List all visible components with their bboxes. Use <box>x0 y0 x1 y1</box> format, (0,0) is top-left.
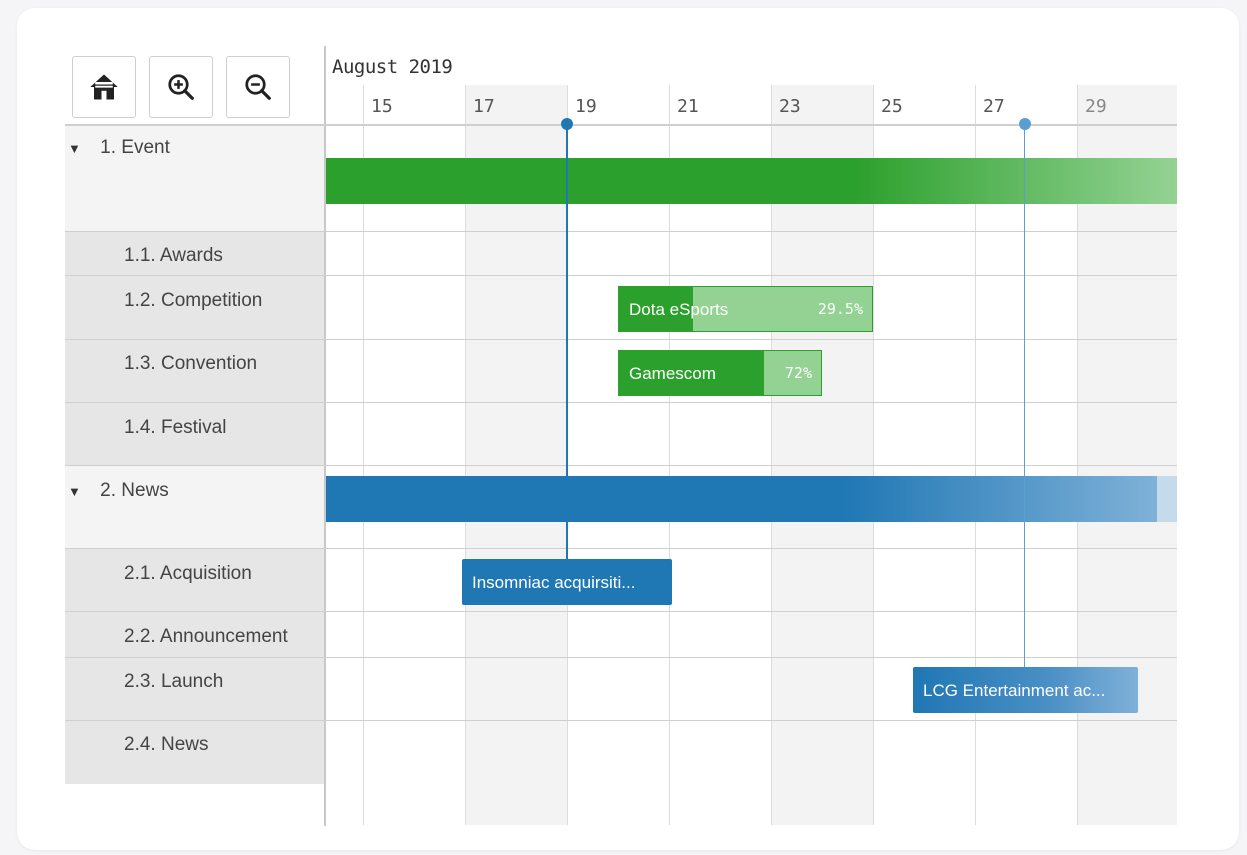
zoom-out-button[interactable] <box>226 56 290 118</box>
row-divider <box>65 465 1177 466</box>
day-label: 27 <box>983 96 1005 117</box>
day-label: 25 <box>881 96 903 117</box>
task-progress: 72% <box>784 364 812 382</box>
row-divider <box>65 548 1177 549</box>
day-label: 15 <box>371 96 393 117</box>
news-summary-bar[interactable] <box>326 476 1157 522</box>
row-festival: 1.4. Festival <box>124 417 227 438</box>
row-convention: 1.3. Convention <box>124 353 258 374</box>
task-name: Insomniac acquirsiti... <box>472 573 636 592</box>
day-label: 19 <box>575 96 597 117</box>
row-divider <box>65 275 1177 276</box>
day-label: 17 <box>473 96 495 117</box>
month-label: August 2019 <box>332 56 453 78</box>
news-summary-bar-tail <box>1157 476 1177 522</box>
task-name: LCG Entertainment ac... <box>923 681 1106 700</box>
today-marker-dot[interactable] <box>561 118 573 130</box>
caret-down-icon[interactable]: ▼ <box>68 141 81 156</box>
row-label-text: 2. News <box>100 480 169 501</box>
row-divider <box>65 231 1177 232</box>
today-marker-line <box>566 124 568 560</box>
row-awards: 1.1. Awards <box>124 245 223 266</box>
row-news-sub: 2.4. News <box>124 734 209 755</box>
event-summary-bar[interactable] <box>326 158 1177 204</box>
row-divider <box>65 402 1177 403</box>
row-acquisition: 2.1. Acquisition <box>124 563 252 584</box>
row-competition: 1.2. Competition <box>124 290 263 311</box>
row-event[interactable]: ▼ 1. Event <box>68 137 170 159</box>
row-launch: 2.3. Launch <box>124 671 224 692</box>
row-divider <box>65 339 1177 340</box>
task-insomniac[interactable]: Insomniac acquirsiti... <box>462 559 672 605</box>
task-gamescom[interactable]: Gamescom 72% <box>618 350 822 396</box>
day-label: 21 <box>677 96 699 117</box>
day-label: 23 <box>779 96 801 117</box>
task-name: Gamescom <box>629 364 716 383</box>
row-divider <box>65 124 1177 126</box>
row-divider <box>65 611 1177 612</box>
task-name: Dota eSports <box>629 300 729 319</box>
zoom-in-icon <box>168 74 194 100</box>
zoom-in-button[interactable] <box>149 56 213 118</box>
home-button[interactable] <box>72 56 136 118</box>
row-announcement: 2.2. Announcement <box>124 626 288 647</box>
day-label: 29 <box>1085 96 1107 117</box>
task-lcg-entertainment[interactable]: LCG Entertainment ac... <box>913 667 1138 713</box>
row-news[interactable]: ▼ 2. News <box>68 480 169 502</box>
zoom-out-icon <box>245 74 271 100</box>
row-divider <box>65 657 1177 658</box>
home-icon <box>90 74 118 100</box>
row-label-text: 1. Event <box>100 137 170 158</box>
row-divider <box>65 720 1177 721</box>
task-dota-esports[interactable]: Dota eSports 29.5% <box>618 286 873 332</box>
task-progress: 29.5% <box>817 300 863 318</box>
milestone-marker-dot[interactable] <box>1019 118 1031 130</box>
milestone-marker-line <box>1024 124 1025 668</box>
caret-down-icon[interactable]: ▼ <box>68 484 81 499</box>
row-bg-news <box>65 466 324 548</box>
